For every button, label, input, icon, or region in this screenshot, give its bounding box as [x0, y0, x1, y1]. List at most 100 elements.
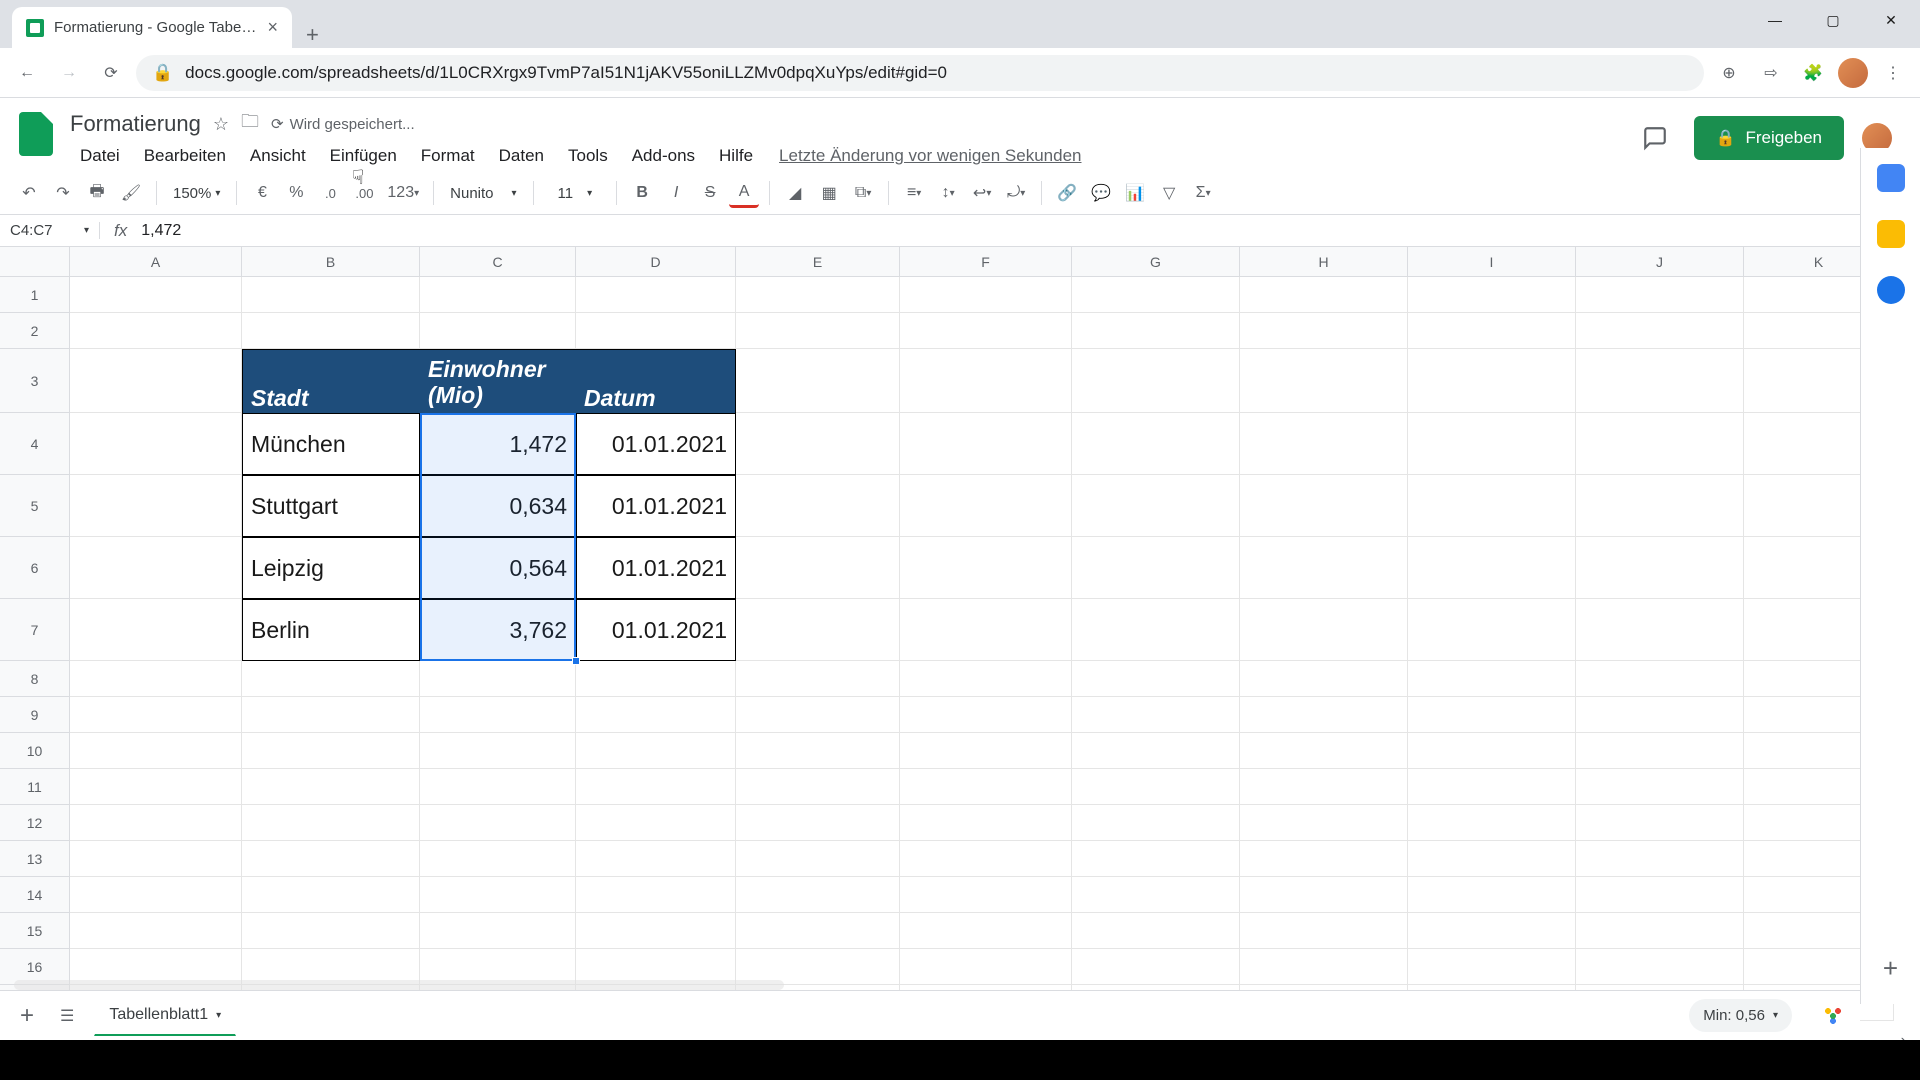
row-header[interactable]: 8 — [0, 661, 70, 697]
share-button[interactable]: 🔒 Freigeben — [1694, 116, 1844, 160]
row-header[interactable]: 5 — [0, 475, 70, 537]
merge-cells-button[interactable]: ⧉▾ — [848, 178, 878, 208]
print-button[interactable]: 🖶 — [82, 178, 112, 208]
spreadsheet-grid[interactable]: A B C D E F G H I J K — [0, 247, 1920, 277]
new-tab-button[interactable]: + — [292, 22, 333, 48]
close-tab-icon[interactable]: × — [267, 17, 278, 38]
col-header[interactable]: B — [242, 247, 420, 277]
menu-addons[interactable]: Add-ons — [622, 142, 705, 170]
font-size-select[interactable]: 11▾ — [544, 185, 607, 202]
all-sheets-button[interactable]: ☰ — [54, 1000, 80, 1032]
row-header[interactable]: 9 — [0, 697, 70, 733]
formula-value[interactable]: 1,472 — [141, 222, 181, 240]
bold-button[interactable]: B — [627, 178, 657, 208]
share-page-icon[interactable]: ⇨ — [1754, 56, 1788, 90]
borders-button[interactable]: ▦ — [814, 178, 844, 208]
menu-edit[interactable]: Bearbeiten — [134, 142, 236, 170]
functions-button[interactable]: Σ▾ — [1188, 178, 1218, 208]
maximize-button[interactable]: ▢ — [1804, 0, 1862, 40]
move-to-folder-icon[interactable]: 🗀 — [241, 109, 259, 139]
table-cell[interactable]: 01.01.2021 — [576, 475, 736, 537]
menu-data[interactable]: Daten — [489, 142, 554, 170]
tasks-icon[interactable] — [1877, 276, 1905, 304]
italic-button[interactable]: I — [661, 178, 691, 208]
minimize-button[interactable]: — — [1746, 0, 1804, 40]
table-cell[interactable]: 3,762 — [420, 599, 576, 661]
table-cell[interactable]: Leipzig — [242, 537, 420, 599]
add-addon-icon[interactable]: + — [1883, 953, 1898, 984]
address-bar[interactable]: 🔒 docs.google.com/spreadsheets/d/1L0CRXr… — [136, 55, 1704, 91]
col-header[interactable]: H — [1240, 247, 1408, 277]
strikethrough-button[interactable]: S — [695, 178, 725, 208]
browser-tab[interactable]: Formatierung - Google Tabellen × — [12, 7, 292, 48]
explore-icon[interactable] — [1820, 1003, 1846, 1029]
sheets-logo[interactable] — [10, 108, 62, 160]
extensions-icon[interactable]: 🧩 — [1796, 56, 1830, 90]
chevron-down-icon[interactable]: ▾ — [216, 1010, 221, 1021]
row-header[interactable]: 15 — [0, 913, 70, 949]
profile-avatar[interactable] — [1838, 58, 1868, 88]
last-edit-link[interactable]: Letzte Änderung vor wenigen Sekunden — [779, 146, 1081, 166]
col-header[interactable]: E — [736, 247, 900, 277]
menu-format[interactable]: Format — [411, 142, 485, 170]
sheet-tab[interactable]: Tabellenblatt1 ▾ — [94, 995, 236, 1036]
doc-title[interactable]: Formatierung — [70, 111, 201, 137]
row-header[interactable]: 10 — [0, 733, 70, 769]
table-cell[interactable]: 0,634 — [420, 475, 576, 537]
table-header-city[interactable]: Stadt — [242, 349, 420, 413]
back-button[interactable]: ← — [10, 56, 44, 90]
increase-decimal-button[interactable]: .00 — [349, 178, 379, 208]
format-percent-button[interactable]: % — [281, 178, 311, 208]
redo-button[interactable]: ↷ — [48, 178, 78, 208]
forward-button[interactable]: → — [52, 56, 86, 90]
name-box[interactable]: C4:C7 ▾ — [0, 222, 100, 239]
rotate-text-button[interactable]: ⤾▾ — [1001, 178, 1031, 208]
row-header[interactable]: 2 — [0, 313, 70, 349]
menu-help[interactable]: Hilfe — [709, 142, 763, 170]
table-cell[interactable]: 0,564 — [420, 537, 576, 599]
reload-button[interactable]: ⟳ — [94, 56, 128, 90]
table-cell[interactable]: Berlin — [242, 599, 420, 661]
select-all-corner[interactable] — [0, 247, 70, 277]
table-cell[interactable]: 01.01.2021 — [576, 599, 736, 661]
col-header[interactable]: G — [1072, 247, 1240, 277]
table-header-date[interactable]: Datum — [576, 349, 736, 413]
h-scrollbar[interactable] — [14, 980, 784, 990]
menu-view[interactable]: Ansicht — [240, 142, 316, 170]
zoom-select[interactable]: 150%▾ — [167, 185, 226, 202]
keep-icon[interactable] — [1877, 220, 1905, 248]
row-header[interactable]: 4 — [0, 413, 70, 475]
h-align-button[interactable]: ≡▾ — [899, 178, 929, 208]
table-cell[interactable]: 1,472 — [420, 413, 576, 475]
col-header[interactable]: D — [576, 247, 736, 277]
more-formats-button[interactable]: 123▾ — [383, 178, 423, 208]
menu-tools[interactable]: Tools — [558, 142, 618, 170]
filter-button[interactable]: ▽ — [1154, 178, 1184, 208]
text-color-button[interactable]: A — [729, 178, 759, 208]
add-sheet-button[interactable]: + — [14, 996, 40, 1036]
insert-chart-button[interactable]: 📊 — [1120, 178, 1150, 208]
insert-comment-button[interactable]: 💬 — [1086, 178, 1116, 208]
col-header[interactable]: J — [1576, 247, 1744, 277]
table-cell[interactable]: 01.01.2021 — [576, 537, 736, 599]
calendar-icon[interactable] — [1877, 164, 1905, 192]
table-cell[interactable]: München — [242, 413, 420, 475]
row-header[interactable]: 1 — [0, 277, 70, 313]
zoom-indicator-icon[interactable]: ⊕ — [1712, 56, 1746, 90]
table-cell[interactable]: Stuttgart — [242, 475, 420, 537]
wrap-text-button[interactable]: ↩▾ — [967, 178, 997, 208]
comment-history-icon[interactable] — [1634, 117, 1676, 159]
v-align-button[interactable]: ↕▾ — [933, 178, 963, 208]
fill-color-button[interactable]: ◢ — [780, 178, 810, 208]
undo-button[interactable]: ↶ — [14, 178, 44, 208]
col-header[interactable]: I — [1408, 247, 1576, 277]
row-header[interactable]: 6 — [0, 537, 70, 599]
row-header[interactable]: 12 — [0, 805, 70, 841]
decrease-decimal-button[interactable]: .0 — [315, 178, 345, 208]
star-icon[interactable]: ☆ — [213, 114, 229, 135]
insert-link-button[interactable]: 🔗 — [1052, 178, 1082, 208]
explore-summary[interactable]: Min: 0,56 ▾ — [1689, 999, 1792, 1032]
table-header-pop[interactable]: Einwohner (Mio) — [420, 349, 576, 413]
close-window-button[interactable]: ✕ — [1862, 0, 1920, 40]
col-header[interactable]: A — [70, 247, 242, 277]
